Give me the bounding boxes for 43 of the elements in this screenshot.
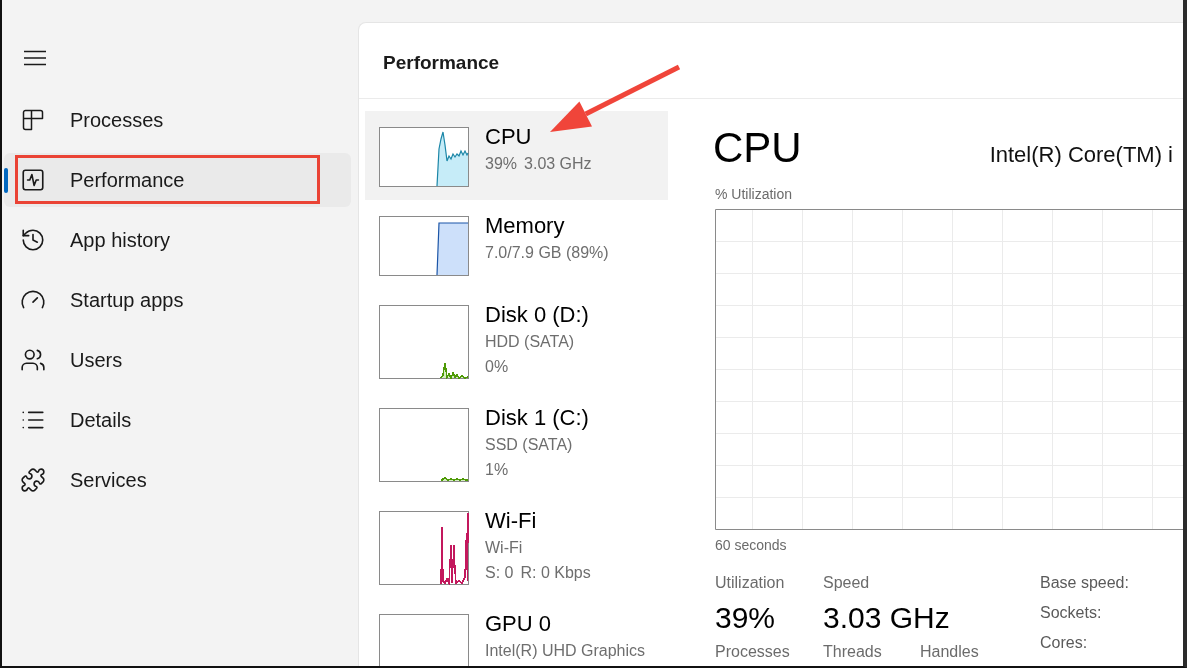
- tile-detail-text: 7.0/7.9 GB (89%): [485, 243, 609, 263]
- graph-time-label: 60 seconds: [715, 536, 787, 554]
- sidebar-nav-item[interactable]: App history: [4, 213, 351, 267]
- processor-name: Intel(R) Core(TM) i: [989, 142, 1174, 168]
- tile-title: CPU: [485, 124, 533, 150]
- graph-axis-label: % Utilization: [715, 185, 793, 203]
- tile-detail-text: SSD (SATA): [485, 435, 573, 455]
- sidebar-nav-item[interactable]: Processes: [4, 93, 351, 147]
- sidebar-nav-item[interactable]: Startup apps: [4, 273, 351, 327]
- tile-detail-text: Wi-Fi: [485, 538, 523, 558]
- grid-layout-icon: [20, 107, 46, 133]
- tile-detail-text: R: 0 Kbps: [520, 563, 591, 583]
- tile-detail-text: S: 0: [485, 563, 514, 583]
- counter-label: Handles: [920, 642, 980, 662]
- history-clock-icon: [20, 227, 46, 253]
- pulse-square-icon: [20, 167, 46, 193]
- sidebar-nav-item[interactable]: Users: [4, 333, 351, 387]
- resource-heading: CPU: [713, 123, 802, 173]
- stat-value: 39%: [715, 600, 776, 636]
- tile-detail-text: 1%: [485, 460, 509, 480]
- stat-value: 3.03 GHz: [823, 600, 950, 636]
- tile-title: Disk 1 (C:): [485, 405, 589, 431]
- sidebar-nav-item[interactable]: Performance: [4, 153, 351, 207]
- tile-detail-text: 39%: [485, 154, 518, 174]
- tile-detail-text: 0%: [485, 357, 509, 377]
- tile-title: Wi-Fi: [485, 508, 538, 534]
- tile-title: Memory: [485, 213, 566, 239]
- spec-label: Base speed:: [1040, 573, 1129, 593]
- counter-label: Threads: [823, 642, 883, 662]
- counter-label: Processes: [715, 642, 791, 662]
- sidebar-nav-item[interactable]: Services: [4, 453, 351, 507]
- sidebar-nav-item[interactable]: Details: [4, 393, 351, 447]
- stat-label: Speed: [823, 573, 870, 593]
- tile-detail-text: 3.03 GHz: [524, 154, 592, 174]
- tile-detail-text: HDD (SATA): [485, 332, 575, 352]
- users-icon: [20, 347, 46, 373]
- puzzle-piece-icon: [20, 467, 46, 493]
- spec-label: Sockets:: [1040, 603, 1102, 623]
- menu-icon[interactable]: [24, 50, 46, 66]
- spec-label: Cores:: [1040, 633, 1088, 653]
- panel-title: Performance: [383, 52, 500, 74]
- tile-title: Disk 0 (D:): [485, 302, 589, 328]
- stat-label: Utilization: [715, 573, 785, 593]
